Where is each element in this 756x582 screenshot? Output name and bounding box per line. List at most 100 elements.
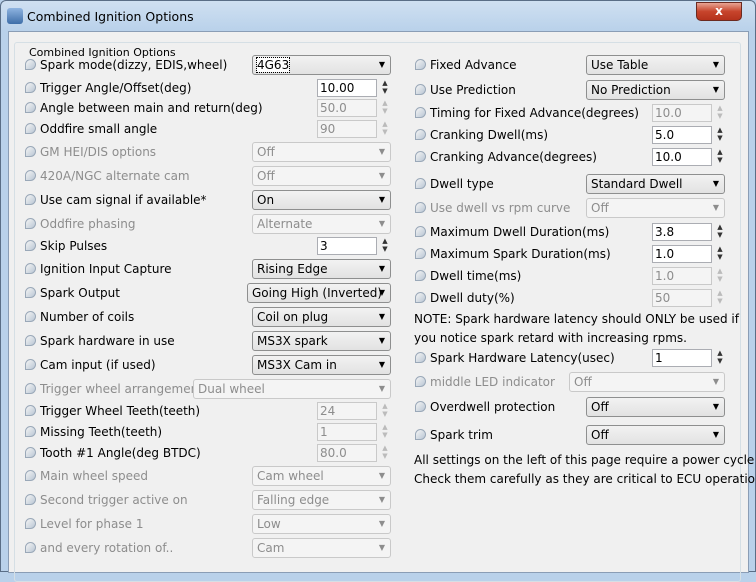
selected-value: Falling edge xyxy=(257,493,330,507)
field-label: Dwell duty(%) xyxy=(430,291,515,305)
use-prediction-select[interactable]: No Prediction ▼ xyxy=(586,80,725,100)
spin-down-icon[interactable]: ▼ xyxy=(379,87,391,95)
spark-hardware-in-use-select[interactable]: MS3X spark ▼ xyxy=(252,331,391,351)
edit-icon xyxy=(415,226,426,237)
dwell-type-select[interactable]: Standard Dwell ▼ xyxy=(586,174,725,194)
timing-for-fixed-advance-degrees-input: 10.0 xyxy=(652,104,712,122)
edit-icon xyxy=(25,123,36,134)
edit-icon xyxy=(25,311,36,322)
spark-hardware-latency-usec-spinner[interactable]: ▲ ▼ xyxy=(714,349,726,367)
spin-down-icon[interactable]: ▼ xyxy=(379,245,391,253)
chevron-down-icon: ▼ xyxy=(712,60,719,69)
trigger-wheel-teeth-teeth-spinner: ▲ ▼ xyxy=(379,402,391,420)
selected-value: MS3X spark xyxy=(257,334,328,348)
edit-icon xyxy=(25,102,36,113)
maximum-dwell-duration-ms-input[interactable]: 3.8 xyxy=(652,223,712,241)
trigger-wheel-teeth-teeth-label: Trigger Wheel Teeth(teeth) xyxy=(25,403,200,419)
spin-down-icon[interactable]: ▼ xyxy=(714,231,726,239)
selected-value: Going High (Inverted) xyxy=(252,286,383,300)
edit-icon xyxy=(415,270,426,281)
spark-output-select[interactable]: Going High (Inverted) ▼ xyxy=(247,283,391,303)
chevron-down-icon: ▼ xyxy=(378,360,385,369)
chevron-down-icon: ▼ xyxy=(378,147,385,156)
skip-pulses-input[interactable]: 3 xyxy=(317,237,377,255)
field-label: Trigger Wheel Teeth(teeth) xyxy=(40,404,201,418)
cam-input-if-used-select[interactable]: MS3X Cam in ▼ xyxy=(252,355,391,375)
edit-icon xyxy=(25,170,36,181)
selected-value: Cam xyxy=(257,541,285,555)
maximum-spark-duration-ms-input[interactable]: 1.0 xyxy=(652,245,712,263)
fixed-advance-select[interactable]: Use Table ▼ xyxy=(586,55,725,75)
chevron-down-icon: ▼ xyxy=(378,495,385,504)
use-cam-signal-if-available-select[interactable]: On ▼ xyxy=(252,190,391,210)
chevron-down-icon: ▼ xyxy=(378,60,385,69)
close-button[interactable]: x xyxy=(696,2,742,21)
dwell-time-ms-label: Dwell time(ms) xyxy=(415,268,521,284)
field-label: Cranking Advance(degrees) xyxy=(430,150,597,164)
oddfire-small-angle-input: 90 xyxy=(317,120,377,138)
edit-icon xyxy=(25,59,36,70)
oddfire-phasing-label: Oddfire phasing xyxy=(25,216,136,232)
trigger-angle-offset-deg-input[interactable]: 10.00 xyxy=(317,79,377,97)
spin-down-icon[interactable]: ▼ xyxy=(714,156,726,164)
spark-trim-select[interactable]: Off ▼ xyxy=(586,425,725,445)
cranking-advance-degrees-input[interactable]: 10.0 xyxy=(652,148,712,166)
selected-value: Dual wheel xyxy=(198,382,265,396)
spin-up-icon[interactable]: ▲ xyxy=(379,237,391,245)
cranking-dwell-ms-spinner[interactable]: ▲ ▼ xyxy=(714,126,726,144)
field-label: and every rotation of.. xyxy=(40,541,174,555)
edit-icon xyxy=(415,59,426,70)
dwell-duty-input: 50 xyxy=(652,289,712,307)
field-label: Cranking Dwell(ms) xyxy=(430,128,549,142)
field-label: Overdwell protection xyxy=(430,400,556,414)
edit-icon xyxy=(415,429,426,440)
edit-icon xyxy=(25,383,36,394)
latency-note-line2: you notice spark retard with increasing … xyxy=(414,331,687,345)
cranking-advance-degrees-label: Cranking Advance(degrees) xyxy=(415,149,597,165)
field-label: Oddfire small angle xyxy=(40,122,158,136)
spin-down-icon[interactable]: ▼ xyxy=(714,253,726,261)
angle-between-main-and-return-deg-input: 50.0 xyxy=(317,99,377,117)
edit-icon xyxy=(415,151,426,162)
use-cam-signal-if-available-label: Use cam signal if available* xyxy=(25,192,207,208)
field-label: 420A/NGC alternate cam xyxy=(40,169,190,183)
spin-down-icon: ▼ xyxy=(382,410,388,418)
edit-icon xyxy=(415,84,426,95)
selected-value: Off xyxy=(257,145,275,159)
spin-up-icon[interactable]: ▲ xyxy=(379,79,391,87)
number-of-coils-select[interactable]: Coil on plug ▼ xyxy=(252,307,391,327)
chevron-down-icon: ▼ xyxy=(712,430,719,439)
trigger-wheel-arrangement-label: Trigger wheel arrangement xyxy=(25,381,203,397)
field-label: Tooth #1 Angle(deg BTDC) xyxy=(40,446,201,460)
spin-down-icon[interactable]: ▼ xyxy=(714,134,726,142)
cam-input-if-used-label: Cam input (if used) xyxy=(25,357,156,373)
420a-ngc-alternate-cam-label: 420A/NGC alternate cam xyxy=(25,168,190,184)
ignition-input-capture-select[interactable]: Rising Edge ▼ xyxy=(252,259,391,279)
trigger-angle-offset-deg-label: Trigger Angle/Offset(deg) xyxy=(25,80,191,96)
maximum-spark-duration-ms-spinner[interactable]: ▲ ▼ xyxy=(714,245,726,263)
spin-up-icon[interactable]: ▲ xyxy=(714,245,726,253)
spin-up-icon[interactable]: ▲ xyxy=(714,148,726,156)
cranking-advance-degrees-spinner[interactable]: ▲ ▼ xyxy=(714,148,726,166)
spin-up-icon[interactable]: ▲ xyxy=(714,223,726,231)
maximum-dwell-duration-ms-spinner[interactable]: ▲ ▼ xyxy=(714,223,726,241)
field-label: middle LED indicator xyxy=(430,375,555,389)
missing-teeth-teeth-label: Missing Teeth(teeth) xyxy=(25,424,162,440)
selected-value: Use Table xyxy=(591,58,649,72)
overdwell-protection-label: Overdwell protection xyxy=(415,399,555,415)
skip-pulses-spinner[interactable]: ▲ ▼ xyxy=(379,237,391,255)
chevron-down-icon: ▼ xyxy=(712,402,719,411)
cranking-dwell-ms-input[interactable]: 5.0 xyxy=(652,126,712,144)
spin-up-icon[interactable]: ▲ xyxy=(714,349,726,357)
selected-value: Low xyxy=(257,517,281,531)
spark-hardware-latency-usec-input[interactable]: 1 xyxy=(652,349,712,367)
trigger-angle-offset-deg-spinner[interactable]: ▲ ▼ xyxy=(379,79,391,97)
spark-mode-dizzy-edis-wheel-select[interactable]: 4G63 ▼ xyxy=(252,55,391,75)
field-label: Dwell type xyxy=(430,177,494,191)
spin-down-icon[interactable]: ▼ xyxy=(714,357,726,365)
spin-up-icon[interactable]: ▲ xyxy=(714,126,726,134)
field-label: GM HEI/DIS options xyxy=(40,145,157,159)
spin-up-icon: ▲ xyxy=(382,444,388,452)
overdwell-protection-select[interactable]: Off ▼ xyxy=(586,397,725,417)
dwell-duty-spinner: ▲ ▼ xyxy=(714,289,726,307)
